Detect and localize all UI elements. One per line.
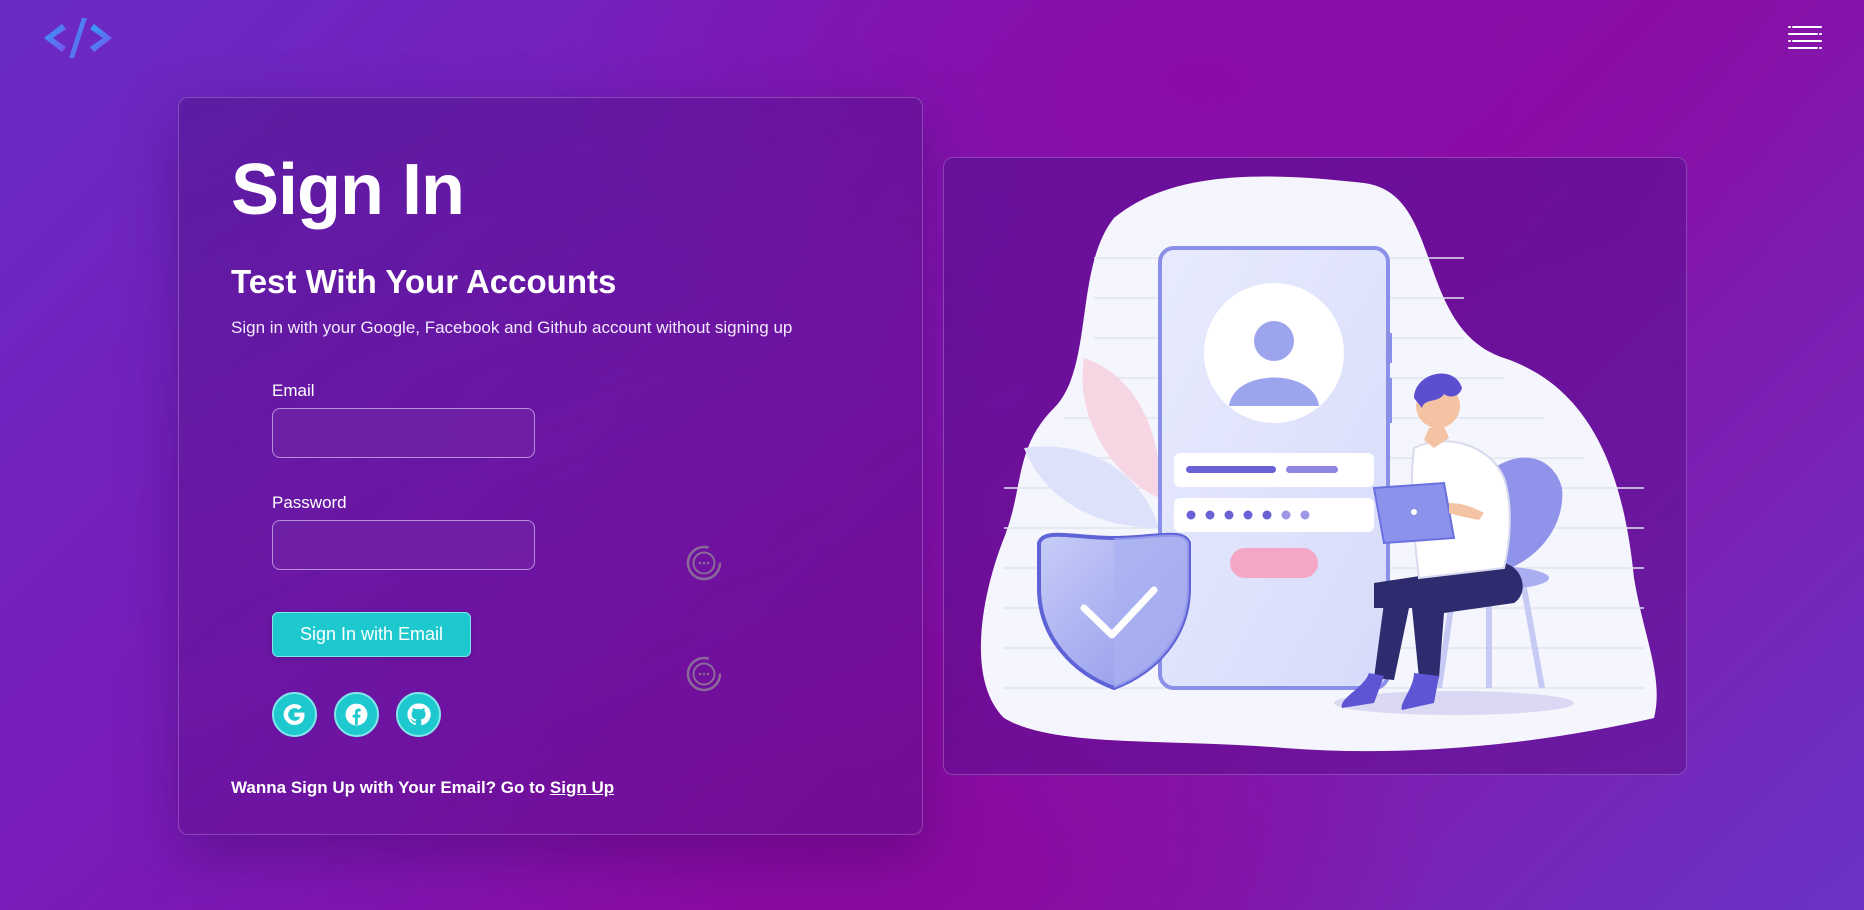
loading-spinner-icon: [686, 545, 722, 581]
facebook-signin-button[interactable]: [334, 692, 379, 737]
signup-prompt-text: Wanna Sign Up with Your Email? Go to: [231, 778, 546, 797]
page-title: Sign In: [231, 150, 465, 230]
sign-in-email-button[interactable]: Sign In with Email: [272, 612, 471, 657]
signup-prompt: Wanna Sign Up with Your Email? Go to Sig…: [231, 777, 614, 799]
code-brackets-icon: [44, 18, 112, 58]
loading-spinner-icon: [686, 656, 722, 692]
menu-button[interactable]: [1788, 24, 1824, 52]
email-label: Email: [272, 381, 315, 400]
password-label: Password: [272, 493, 347, 512]
description: Sign in with your Google, Facebook and G…: [231, 318, 793, 337]
github-icon: [407, 703, 431, 726]
github-signin-button[interactable]: [396, 692, 441, 737]
email-field[interactable]: [272, 408, 535, 458]
signin-card: Sign In Test With Your Accounts Sign in …: [178, 97, 923, 835]
section-subtitle: Test With Your Accounts: [231, 263, 617, 300]
illustration-card: [943, 157, 1687, 775]
facebook-icon: [345, 703, 368, 726]
google-signin-button[interactable]: [272, 692, 317, 737]
google-icon: [283, 704, 305, 725]
person-with-laptop-login-phone-illustration: [980, 176, 1657, 752]
password-field[interactable]: [272, 520, 535, 570]
signup-link[interactable]: Sign Up: [550, 778, 614, 797]
logo[interactable]: [42, 16, 114, 60]
